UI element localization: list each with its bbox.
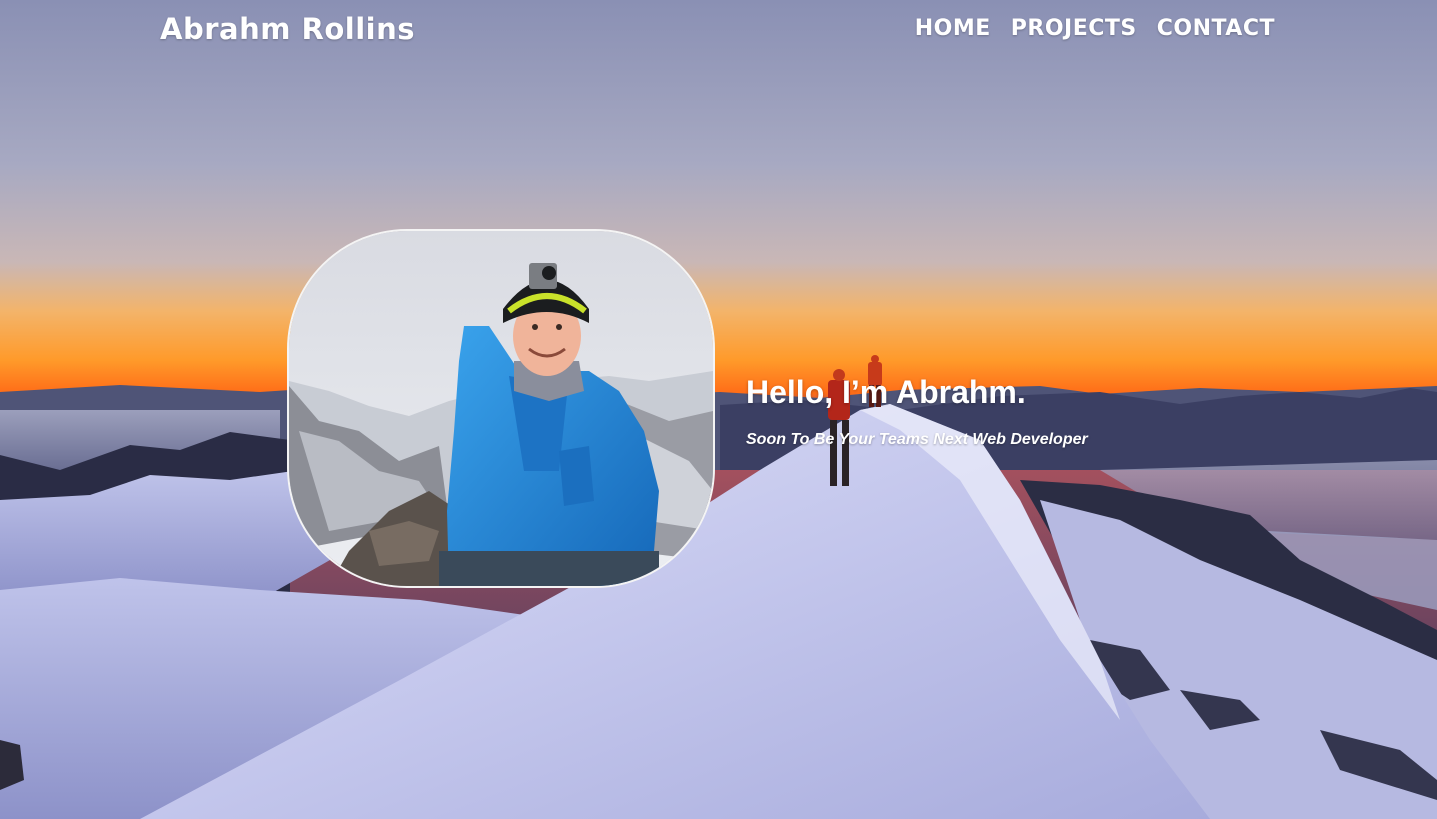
top-navbar: Abrahm Rollins HOME PROJECTS CONTACT (0, 0, 1437, 62)
main-nav: HOME PROJECTS CONTACT (915, 16, 1275, 41)
nav-link-projects[interactable]: PROJECTS (1011, 16, 1137, 41)
profile-photo (287, 229, 715, 588)
nav-link-home[interactable]: HOME (915, 16, 991, 41)
hero-tagline: Soon To Be Your Teams Next Web Developer (746, 431, 1088, 448)
nav-link-contact[interactable]: CONTACT (1157, 16, 1275, 41)
hero-headline: Hello, I’m Abrahm. (746, 374, 1026, 410)
hero-background-image (0, 0, 1437, 819)
site-logo-text[interactable]: Abrahm Rollins (160, 12, 415, 46)
